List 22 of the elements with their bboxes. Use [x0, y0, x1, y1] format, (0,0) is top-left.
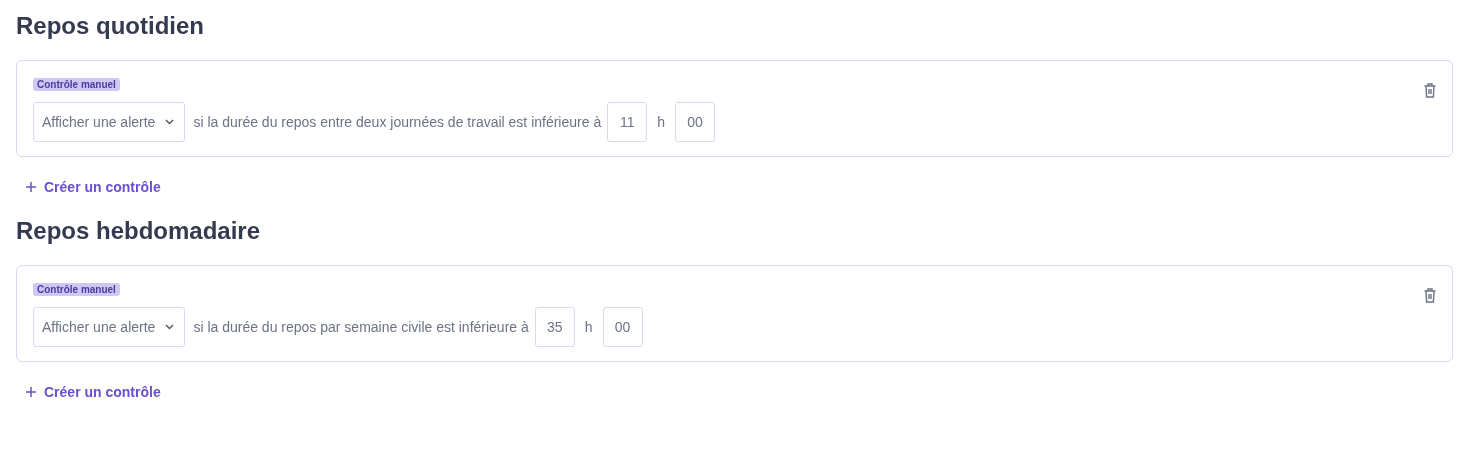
- chevron-down-icon: [165, 324, 175, 330]
- action-dropdown[interactable]: Afficher une alerte: [33, 102, 186, 142]
- hours-field[interactable]: 11: [607, 102, 648, 142]
- create-control-button[interactable]: Créer un contrôle: [26, 384, 161, 400]
- condition-text: si la durée du repos entre deux journées de travail est inférieure à: [193, 114, 602, 130]
- status-badge: Contrôle manuel: [33, 283, 120, 296]
- condition-text: si la durée du repos par semaine civile est inférieure à: [193, 319, 529, 335]
- plus-icon: [26, 182, 36, 192]
- section-title: Repos hebdomadaire: [16, 216, 262, 246]
- unit-label: h: [657, 114, 665, 130]
- plus-icon: [26, 387, 36, 397]
- status-badge: Contrôle manuel: [33, 78, 120, 91]
- trash-icon[interactable]: [1424, 83, 1436, 98]
- minutes-field[interactable]: 00: [675, 102, 715, 142]
- action-dropdown[interactable]: Afficher une alerte: [33, 307, 186, 347]
- section-title: Repos quotidien: [16, 11, 205, 41]
- chevron-down-icon: [165, 119, 175, 125]
- trash-icon[interactable]: [1424, 288, 1436, 303]
- create-control-button[interactable]: Créer un contrôle: [26, 179, 161, 195]
- unit-label: h: [584, 319, 593, 335]
- minutes-field[interactable]: 00: [602, 307, 643, 347]
- hours-field[interactable]: 35: [534, 307, 575, 347]
